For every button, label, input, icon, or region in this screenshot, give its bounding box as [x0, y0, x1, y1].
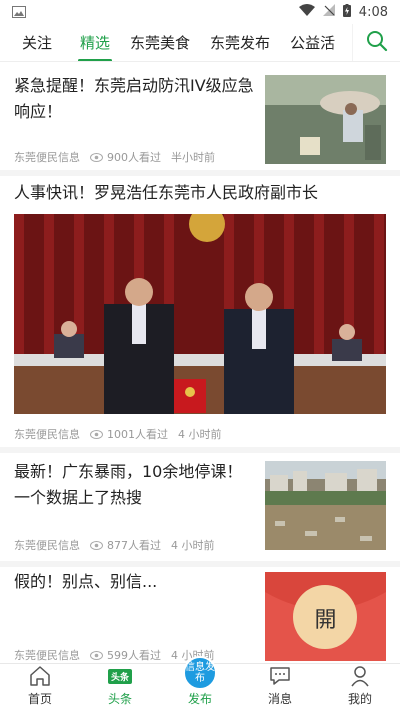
article-source: 东莞便民信息: [14, 151, 80, 164]
search-icon: [366, 30, 388, 56]
nav-me-label: 我的: [347, 692, 372, 706]
message-icon: [269, 664, 291, 688]
article-card[interactable]: 紧急提醒！东莞启动防汛IV级应急响应！ 东莞便民信息 900人看过 半小时前: [0, 63, 400, 170]
headline-icon: 头条: [107, 664, 132, 688]
article-thumbnail: [265, 75, 386, 164]
gallery-icon: [12, 3, 26, 22]
red-envelope-open-label: 開: [314, 608, 337, 633]
no-signal-icon: [322, 4, 335, 20]
article-views: 599人看过: [107, 649, 161, 662]
tab-follow[interactable]: 关注: [0, 24, 70, 61]
nav-home-label: 首页: [27, 692, 52, 706]
bottom-nav: 首页 头条 头条 信息发布 发布 消息 我的: [0, 656, 400, 711]
nav-home[interactable]: 首页: [0, 664, 80, 711]
search-button[interactable]: [352, 24, 400, 61]
article-time: 半小时前: [171, 151, 215, 164]
headline-badge: 头条: [107, 668, 132, 684]
tab-featured[interactable]: 精选: [70, 24, 120, 61]
nav-headline[interactable]: 头条 头条: [80, 664, 160, 711]
article-card[interactable]: 最新！广东暴雨，10余地停课！一个数据上了热搜 东莞便民信息 877人看过 4 …: [0, 453, 400, 561]
home-icon: [29, 664, 51, 688]
nav-messages[interactable]: 消息: [240, 664, 320, 711]
article-card[interactable]: 假的！别点、别信... 開 东莞便民信息 599人看过 4 小时前: [0, 567, 400, 663]
article-card[interactable]: 人事快讯！罗晃浩任东莞市人民政府副市长 东莞便民信息 1001人看过 4 小时前: [0, 176, 400, 447]
article-meta: 东莞便民信息 599人看过 4 小时前: [14, 647, 215, 663]
article-meta: 东莞便民信息 1001人看过 4 小时前: [14, 426, 222, 442]
article-title: 人事快讯！罗晃浩任东莞市人民政府副市长: [14, 183, 319, 202]
article-thumbnail: [265, 461, 386, 550]
article-title: 紧急提醒！东莞启动防汛IV级应急响应！: [14, 76, 254, 121]
article-large-image: [14, 214, 386, 414]
article-title: 假的！别点、别信...: [14, 572, 158, 591]
tab-dongguan-food[interactable]: 东莞美食: [120, 24, 200, 61]
wifi-icon: [298, 4, 315, 20]
article-views: 1001人看过: [107, 428, 168, 441]
eye-icon: [90, 429, 103, 439]
tabs-fade: [330, 24, 352, 61]
article-source: 东莞便民信息: [14, 428, 80, 441]
nav-headline-label: 头条: [107, 692, 132, 706]
status-time: 4:08: [358, 4, 388, 20]
publish-circle-button[interactable]: 信息发布: [183, 656, 217, 690]
nav-me[interactable]: 我的: [320, 664, 400, 711]
eye-icon: [90, 540, 103, 550]
article-views: 900人看过: [107, 151, 161, 164]
tab-dongguan-release[interactable]: 东莞发布: [200, 24, 280, 61]
battery-charging-icon: [342, 3, 351, 21]
eye-icon: [90, 152, 103, 162]
red-envelope-thumbnail: 開: [265, 572, 386, 661]
article-source: 东莞便民信息: [14, 539, 80, 552]
nav-messages-label: 消息: [267, 692, 292, 706]
status-bar: 4:08: [0, 0, 400, 24]
nav-publish[interactable]: 信息发布 发布: [160, 656, 240, 711]
person-icon: [350, 664, 370, 688]
article-time: 4 小时前: [171, 539, 215, 552]
article-title: 最新！广东暴雨，10余地停课！一个数据上了热搜: [14, 462, 243, 507]
article-meta: 东莞便民信息 900人看过 半小时前: [14, 149, 215, 165]
nav-publish-label: 发布: [187, 692, 212, 706]
article-meta: 东莞便民信息 877人看过 4 小时前: [14, 537, 215, 553]
article-source: 东莞便民信息: [14, 649, 80, 662]
article-time: 4 小时前: [178, 428, 222, 441]
article-views: 877人看过: [107, 539, 161, 552]
eye-icon: [90, 650, 103, 660]
